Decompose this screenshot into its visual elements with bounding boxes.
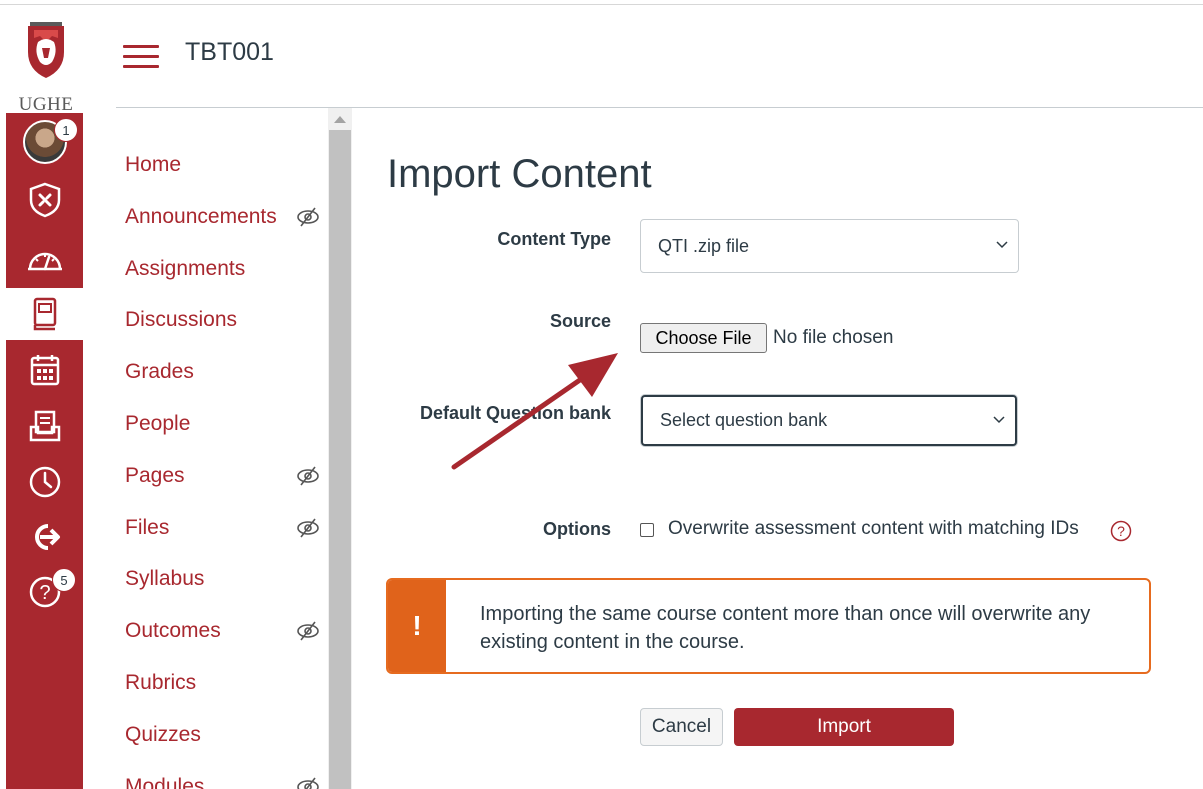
course-nav-rubrics[interactable]: Rubrics [125, 671, 196, 701]
question-bank-value: Select question bank [660, 410, 828, 430]
course-nav-scrollbar[interactable] [328, 108, 352, 789]
global-navigation: 1 ? 5 [6, 113, 83, 789]
page-title: Import Content [387, 152, 652, 196]
course-nav-grades[interactable]: Grades [125, 360, 194, 390]
inbox-nav-item[interactable] [6, 400, 83, 452]
shield-icon [29, 182, 60, 218]
cancel-button[interactable]: Cancel [640, 708, 723, 746]
calendar-icon [30, 355, 59, 386]
overwrite-checkbox[interactable] [640, 523, 654, 537]
logout-icon [34, 524, 60, 550]
hidden-eye-icon [297, 207, 319, 227]
hidden-eye-icon [297, 621, 319, 641]
options-label: Options [543, 519, 611, 539]
dashboard-icon [27, 252, 62, 271]
chevron-down-icon [993, 415, 1005, 423]
course-nav-modules[interactable]: Modules [125, 775, 204, 789]
history-icon [29, 466, 60, 498]
choose-file-button[interactable]: Choose File [640, 323, 767, 353]
svg-text:?: ? [39, 582, 50, 604]
course-nav-people[interactable]: People [125, 412, 190, 442]
help-nav-item[interactable]: ? 5 [6, 566, 83, 618]
file-status: No file chosen [773, 327, 894, 348]
alert-icon-bar: ! [388, 580, 446, 672]
import-button[interactable]: Import [734, 708, 954, 746]
course-navigation: Home Announcements Assignments Discussio… [116, 108, 328, 789]
hidden-eye-icon [297, 777, 319, 789]
alert-message: Importing the same course content more t… [480, 603, 1091, 653]
course-nav-syllabus[interactable]: Syllabus [125, 567, 204, 597]
account-nav-item[interactable]: 1 [6, 116, 83, 168]
content-type-label: Content Type [497, 229, 611, 249]
overwrite-checkbox-label[interactable]: Overwrite assessment content with matchi… [668, 518, 1079, 540]
hamburger-menu-icon[interactable] [123, 45, 159, 69]
course-nav-outcomes[interactable]: Outcomes [125, 619, 221, 649]
lion-shield-icon [28, 22, 64, 78]
content-type-value: QTI .zip file [658, 235, 750, 256]
courses-icon [33, 297, 56, 331]
course-code[interactable]: TBT001 [185, 38, 274, 67]
scroll-up-arrow-icon[interactable] [334, 116, 346, 123]
hidden-eye-icon [297, 518, 319, 538]
course-nav-assignments[interactable]: Assignments [125, 257, 245, 287]
question-bank-select[interactable]: Select question bank [641, 395, 1017, 446]
course-header: TBT001 [116, 0, 1203, 108]
history-nav-item[interactable] [6, 456, 83, 508]
calendar-nav-item[interactable] [6, 344, 83, 396]
question-bank-label: Default Question bank [419, 403, 611, 423]
inbox-icon [29, 410, 60, 442]
course-nav-files[interactable]: Files [125, 516, 169, 546]
ughe-logo[interactable]: UGHE [8, 18, 84, 115]
source-label: Source [549, 311, 611, 331]
course-nav-discussions[interactable]: Discussions [125, 308, 237, 338]
course-nav-pages[interactable]: Pages [125, 464, 185, 494]
logout-nav-item[interactable] [6, 511, 83, 563]
help-badge: 5 [52, 568, 76, 592]
courses-nav-item[interactable] [6, 288, 83, 340]
course-nav-announcements[interactable]: Announcements [125, 205, 277, 235]
help-circle-icon[interactable]: ? [1110, 520, 1132, 542]
admin-nav-item[interactable] [6, 174, 83, 226]
course-nav-quizzes[interactable]: Quizzes [125, 723, 201, 753]
account-badge: 1 [54, 118, 78, 142]
chevron-down-icon [996, 241, 1008, 249]
hidden-eye-icon [297, 466, 319, 486]
scroll-thumb[interactable] [329, 130, 351, 789]
warning-alert: ! Importing the same course content more… [386, 578, 1151, 674]
warning-icon: ! [412, 610, 422, 641]
dashboard-nav-item[interactable] [6, 233, 83, 285]
course-nav-home[interactable]: Home [125, 153, 181, 183]
content-type-select[interactable]: QTI .zip file [640, 219, 1019, 273]
svg-text:?: ? [1117, 523, 1125, 539]
